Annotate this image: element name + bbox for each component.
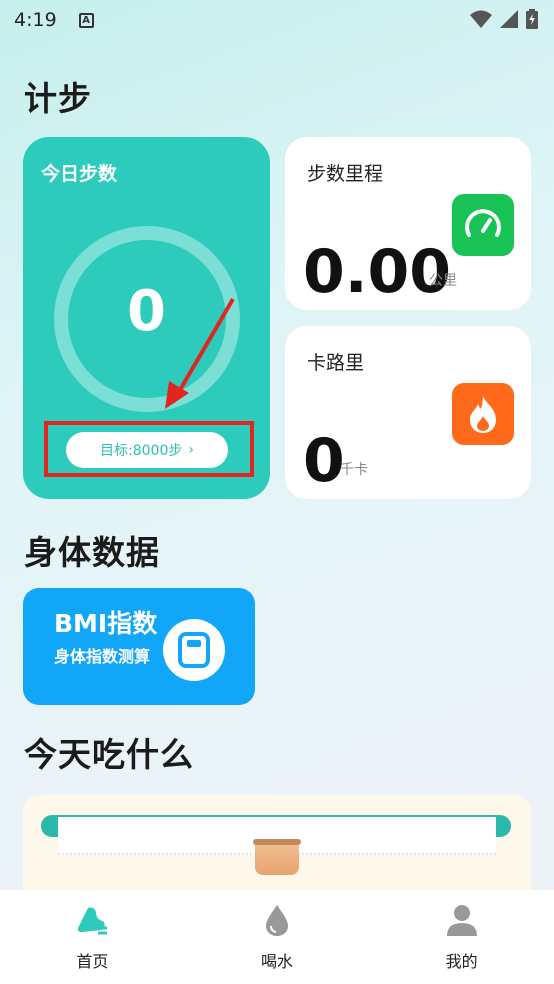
calorie-card[interactable]: 卡路里 0 千卡 [285,326,531,499]
distance-title: 步数里程 [307,163,384,185]
nav-label-water: 喝水 [261,952,294,971]
calorie-unit: 千卡 [340,462,368,478]
battery-icon [526,9,538,29]
distance-unit: 公里 [429,273,457,289]
steps-card[interactable]: 今日步数 0 目标:8000步 › [23,137,270,499]
bmi-title: BMI指数 [54,609,158,638]
calorie-title: 卡路里 [307,352,365,374]
nav-item-water[interactable]: 喝水 [185,890,370,984]
section-title-body-data: 身体数据 [24,533,160,572]
goal-label: 目标:8000步 [100,443,183,459]
status-bar: 4:19 A [0,0,554,40]
calorie-value: 0 [303,426,345,496]
bmi-card[interactable]: BMI指数 身体指数测算 [23,588,255,705]
status-icons [470,9,538,29]
nav-label-home: 首页 [76,952,109,971]
nav-label-mine: 我的 [445,952,478,971]
signal-icon [500,10,518,28]
annotation-arrow-icon [165,297,235,409]
nav-item-home[interactable]: 首页 [0,890,185,984]
distance-card[interactable]: 步数里程 0.00 公里 [285,137,531,310]
nav-item-mine[interactable]: 我的 [369,890,554,984]
shoe-icon [78,907,108,935]
bottom-nav: 首页 喝水 我的 [0,890,554,984]
notification-a-icon: A [78,12,94,28]
chevron-right-icon: › [188,442,194,458]
wifi-icon [470,10,492,28]
section-title-steps: 计步 [24,79,92,118]
scale-icon [163,619,225,681]
water-drop-icon [266,905,288,936]
user-icon [446,905,477,936]
flame-icon [452,383,514,445]
bmi-subtitle: 身体指数测算 [54,647,151,666]
speedometer-icon [452,194,514,256]
section-title-food: 今天吃什么 [24,735,194,774]
status-time: 4:19 [14,9,57,31]
goal-button[interactable]: 目标:8000步 › [66,432,228,468]
jar-lid [253,839,301,845]
steps-card-title: 今日步数 [41,163,118,185]
